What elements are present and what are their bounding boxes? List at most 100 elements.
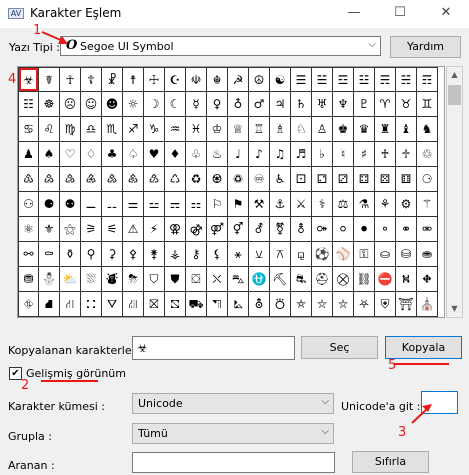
character-cell[interactable]: ⚑ xyxy=(228,192,249,217)
character-cell[interactable]: ⚿ xyxy=(354,242,375,267)
character-cell[interactable]: ⛅ xyxy=(60,267,81,292)
character-cell[interactable]: ⛒ xyxy=(333,267,354,292)
character-cell[interactable]: ☭ xyxy=(228,67,249,92)
character-cell[interactable]: ⛑ xyxy=(312,267,333,292)
character-cell[interactable]: ♂ xyxy=(249,92,270,117)
character-cell[interactable]: ☶ xyxy=(417,67,438,92)
scroll-thumb[interactable] xyxy=(448,85,461,105)
character-cell[interactable]: ☤ xyxy=(39,67,60,92)
character-cell[interactable]: ♥ xyxy=(144,142,165,167)
character-cell[interactable]: ☲ xyxy=(333,67,354,92)
character-cell[interactable]: ☳ xyxy=(354,67,375,92)
character-cell[interactable]: ♀ xyxy=(207,92,228,117)
character-cell[interactable]: ☺ xyxy=(81,92,102,117)
character-cell[interactable]: ⛍ xyxy=(228,267,249,292)
group-dropdown[interactable]: Tümü ⌵ xyxy=(132,423,334,444)
character-cell[interactable]: ⛗ xyxy=(18,292,39,317)
character-cell[interactable]: ⛣ xyxy=(270,292,291,317)
character-cell[interactable]: ⚆ xyxy=(417,167,438,192)
character-cell[interactable]: ♦ xyxy=(165,142,186,167)
character-cell[interactable]: ⚌ xyxy=(123,192,144,217)
character-cell[interactable]: ☴ xyxy=(375,67,396,92)
character-cell[interactable]: ♐ xyxy=(123,117,144,142)
character-cell[interactable]: ♣ xyxy=(102,142,123,167)
character-cell[interactable]: ♢ xyxy=(81,142,102,167)
character-cell[interactable]: ⛢ xyxy=(249,292,270,317)
character-cell[interactable]: ⚲ xyxy=(81,242,102,267)
close-button[interactable]: ✕ xyxy=(423,0,469,28)
copy-button[interactable]: Kopyala xyxy=(385,336,462,359)
character-grid[interactable]: ☣ ☤ ☥ ☦ ☧ ☨ ☩ ☪ ☫ ☬ ☭ ☮ ☯ ☰ ☱ ☲ ☳ ☴ ☵ ☶ ☷ ☸ ☹ ☺ ☻ ☼ ☽ ☾ ☿ ♀ ♁ ♂ ♃ ♄ ♅ ♆ ♇ ♈ ♉ ♊… xyxy=(17,66,445,318)
character-cell[interactable]: ☻ xyxy=(102,92,123,117)
character-cell[interactable]: ♡ xyxy=(60,142,81,167)
character-cell[interactable]: ⛉ xyxy=(144,267,165,292)
character-cell[interactable]: ⛊ xyxy=(165,267,186,292)
character-cell[interactable]: ⚸ xyxy=(207,242,228,267)
character-cell[interactable]: ⚁ xyxy=(312,167,333,192)
character-cell[interactable]: ⚎ xyxy=(165,192,186,217)
character-cell[interactable]: ♺ xyxy=(165,167,186,192)
character-cell[interactable]: ☹ xyxy=(60,92,81,117)
character-cell[interactable]: ⛎ xyxy=(249,267,270,292)
character-cell[interactable]: ⚪ xyxy=(333,217,354,242)
character-cell[interactable]: ⚶ xyxy=(165,242,186,267)
character-cell[interactable]: ☮ xyxy=(249,67,270,92)
character-cell[interactable]: ⛝ xyxy=(144,292,165,317)
character-cell[interactable]: ⛈ xyxy=(123,267,144,292)
character-cell[interactable]: ♞ xyxy=(417,117,438,142)
character-cell[interactable]: ⛓ xyxy=(354,267,375,292)
character-cell[interactable]: ♊ xyxy=(417,92,438,117)
character-cell[interactable]: ⚽ xyxy=(312,242,333,267)
character-cell[interactable]: ♼ xyxy=(207,167,228,192)
character-cell[interactable]: ☾ xyxy=(165,92,186,117)
character-cell[interactable]: ☥ xyxy=(60,67,81,92)
character-cell[interactable]: ⛔ xyxy=(375,267,396,292)
character-cell[interactable]: ♤ xyxy=(123,142,144,167)
help-button[interactable]: Yardım xyxy=(390,36,461,58)
character-cell[interactable]: ⚫ xyxy=(354,217,375,242)
character-cell[interactable]: ♴ xyxy=(39,167,60,192)
search-input[interactable] xyxy=(132,452,335,473)
character-cell[interactable]: ⚰ xyxy=(39,242,60,267)
character-cell[interactable]: ♲ xyxy=(417,142,438,167)
character-cell[interactable]: ⛁ xyxy=(396,242,417,267)
character-cell[interactable]: ♙ xyxy=(312,117,333,142)
character-cell[interactable]: ⚀ xyxy=(291,167,312,192)
character-cell[interactable]: ⛩ xyxy=(396,292,417,317)
character-cell[interactable]: ⚬ xyxy=(375,217,396,242)
character-cell[interactable]: ♬ xyxy=(291,142,312,167)
character-cell[interactable]: ☧ xyxy=(102,67,123,92)
character-cell[interactable]: ⚉ xyxy=(60,192,81,217)
character-cell[interactable]: ⚷ xyxy=(186,242,207,267)
character-cell[interactable]: ♒ xyxy=(165,117,186,142)
character-cell[interactable]: ⚭ xyxy=(396,217,417,242)
character-cell[interactable]: ⚞ xyxy=(81,217,102,242)
character-cell[interactable]: ⚜ xyxy=(39,217,60,242)
character-cell[interactable]: ♕ xyxy=(228,117,249,142)
copy-characters-input[interactable]: ☣ xyxy=(132,336,295,360)
character-cell[interactable]: ⚱ xyxy=(60,242,81,267)
character-cell[interactable]: ⛛ xyxy=(102,292,123,317)
character-cell[interactable]: ♪ xyxy=(249,142,270,167)
character-cell[interactable]: ♉ xyxy=(396,92,417,117)
character-cell[interactable]: ♁ xyxy=(228,92,249,117)
character-cell[interactable]: ☽ xyxy=(144,92,165,117)
character-cell[interactable]: ☿ xyxy=(186,92,207,117)
character-cell[interactable]: ⚋ xyxy=(102,192,123,217)
character-cell[interactable]: ♛ xyxy=(354,117,375,142)
character-cell[interactable]: ⚾ xyxy=(333,242,354,267)
character-cell[interactable]: ⚴ xyxy=(123,242,144,267)
character-cell[interactable]: ⚈ xyxy=(39,192,60,217)
character-cell[interactable]: ⚙ xyxy=(396,192,417,217)
character-cell[interactable]: ♿ xyxy=(270,167,291,192)
character-cell[interactable]: ⚘ xyxy=(375,192,396,217)
character-cell[interactable]: ♅ xyxy=(312,92,333,117)
character-cell[interactable]: ♏ xyxy=(102,117,123,142)
character-cell[interactable]: ⚠ xyxy=(123,217,144,242)
grid-scrollbar[interactable]: ▲ ▼ xyxy=(446,66,463,318)
character-cell[interactable]: ⚇ xyxy=(18,192,39,217)
character-cell[interactable]: ♽ xyxy=(228,167,249,192)
character-cell[interactable]: ⛡ xyxy=(228,292,249,317)
character-cell[interactable]: ♭ xyxy=(312,142,333,167)
character-cell[interactable]: ⚄ xyxy=(375,167,396,192)
